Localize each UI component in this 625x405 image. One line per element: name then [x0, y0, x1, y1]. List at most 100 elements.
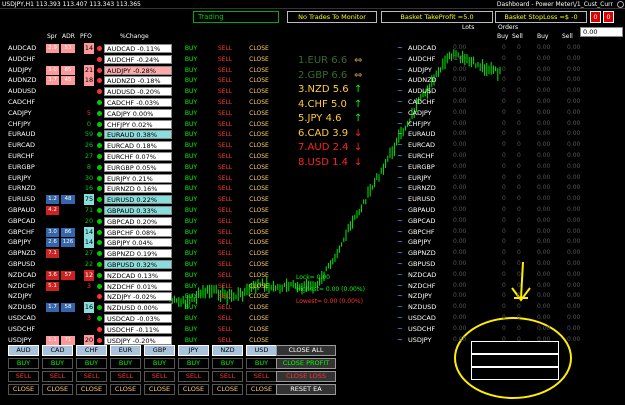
pair-buy-button[interactable]: BUY [176, 109, 206, 118]
currency-close-button[interactable]: CLOSE [76, 384, 107, 395]
pair-buy-button[interactable]: BUY [176, 271, 206, 280]
pair-close-button[interactable]: CLOSE [244, 249, 274, 258]
tilde-icon[interactable]: ~ [397, 205, 407, 216]
pair-close-button[interactable]: CLOSE [244, 260, 274, 269]
tilde-icon[interactable]: ~ [397, 173, 407, 184]
pair-close-button[interactable]: CLOSE [244, 44, 274, 53]
currency-button[interactable]: CAD [42, 345, 73, 356]
change-cell[interactable]: GBPCHF 0.08% [104, 227, 172, 237]
tilde-icon[interactable]: ~ [397, 248, 407, 259]
currency-buy-button[interactable]: BUY [246, 358, 277, 369]
pair-close-button[interactable]: CLOSE [244, 174, 274, 183]
change-cell[interactable]: EURNZD 0.16% [104, 184, 172, 194]
currency-close-button[interactable]: CLOSE [144, 384, 175, 395]
pair-sell-button[interactable]: SELL [210, 184, 240, 193]
change-cell[interactable]: NZDCAD 0.13% [104, 270, 172, 280]
currency-close-button[interactable]: CLOSE [42, 384, 73, 395]
pair-buy-button[interactable]: BUY [176, 44, 206, 53]
tilde-icon[interactable]: ~ [397, 281, 407, 292]
pair-buy-button[interactable]: BUY [176, 87, 206, 96]
pair-buy-button[interactable]: BUY [176, 238, 206, 247]
trading-status-button[interactable]: Trading [193, 11, 279, 23]
tilde-icon[interactable]: ~ [397, 313, 407, 324]
change-cell[interactable]: EURCAD 0.18% [104, 141, 172, 151]
pair-close-button[interactable]: CLOSE [244, 87, 274, 96]
tilde-icon[interactable]: ~ [397, 259, 407, 270]
tilde-icon[interactable]: ~ [397, 43, 407, 54]
pair-buy-button[interactable]: BUY [176, 130, 206, 139]
currency-buy-button[interactable]: BUY [178, 358, 209, 369]
currency-buy-button[interactable]: BUY [144, 358, 175, 369]
currency-buy-button[interactable]: BUY [212, 358, 243, 369]
tilde-icon[interactable]: ~ [397, 119, 407, 130]
change-cell[interactable]: AUDNZD -0.18% [104, 76, 172, 86]
pair-sell-button[interactable]: SELL [210, 66, 240, 75]
stoploss-value-box[interactable]: 0 [603, 11, 614, 23]
tilde-icon[interactable]: ~ [397, 183, 407, 194]
pair-close-button[interactable]: CLOSE [244, 163, 274, 172]
pair-close-button[interactable]: CLOSE [244, 141, 274, 150]
tilde-icon[interactable]: ~ [397, 108, 407, 119]
pair-sell-button[interactable]: SELL [210, 217, 240, 226]
pair-sell-button[interactable]: SELL [210, 325, 240, 334]
pair-sell-button[interactable]: SELL [210, 336, 240, 345]
pair-sell-button[interactable]: SELL [210, 260, 240, 269]
currency-buy-button[interactable]: BUY [110, 358, 141, 369]
tilde-icon[interactable]: ~ [397, 194, 407, 205]
pair-close-button[interactable]: CLOSE [244, 66, 274, 75]
pair-sell-button[interactable]: SELL [210, 152, 240, 161]
pair-buy-button[interactable]: BUY [176, 152, 206, 161]
change-cell[interactable]: GBPNZD 0.19% [104, 249, 172, 259]
tilde-icon[interactable]: ~ [397, 86, 407, 97]
currency-button[interactable]: GBP [144, 345, 175, 356]
pair-buy-button[interactable]: BUY [176, 163, 206, 172]
change-cell[interactable]: GBPJPY 0.04% [104, 238, 172, 248]
pair-sell-button[interactable]: SELL [210, 163, 240, 172]
currency-sell-button[interactable]: SELL [144, 371, 175, 382]
currency-sell-button[interactable]: SELL [212, 371, 243, 382]
tilde-icon[interactable]: ~ [397, 54, 407, 65]
change-cell[interactable]: CADCHF -0.03% [104, 98, 172, 107]
pair-close-button[interactable]: CLOSE [244, 55, 274, 64]
tilde-icon[interactable]: ~ [397, 302, 407, 313]
change-cell[interactable]: USDCAD -0.03% [104, 314, 172, 323]
currency-sell-button[interactable]: SELL [76, 371, 107, 382]
pair-close-button[interactable]: CLOSE [244, 271, 274, 280]
tilde-icon[interactable]: ~ [397, 65, 407, 76]
currency-button[interactable]: JPY [178, 345, 209, 356]
tilde-icon[interactable]: ~ [397, 291, 407, 302]
currency-buy-button[interactable]: BUY [42, 358, 73, 369]
pair-close-button[interactable]: CLOSE [244, 217, 274, 226]
pair-sell-button[interactable]: SELL [210, 130, 240, 139]
pair-sell-button[interactable]: SELL [210, 44, 240, 53]
pair-sell-button[interactable]: SELL [210, 292, 240, 301]
pair-buy-button[interactable]: BUY [176, 174, 206, 183]
pair-close-button[interactable]: CLOSE [244, 109, 274, 118]
pair-buy-button[interactable]: BUY [176, 76, 206, 85]
pair-buy-button[interactable]: BUY [176, 314, 206, 323]
pair-buy-button[interactable]: BUY [176, 325, 206, 334]
pair-close-button[interactable]: CLOSE [244, 303, 274, 312]
tilde-icon[interactable]: ~ [397, 270, 407, 281]
pair-sell-button[interactable]: SELL [210, 87, 240, 96]
tilde-icon[interactable]: ~ [397, 227, 407, 238]
tilde-icon[interactable]: ~ [397, 151, 407, 162]
change-cell[interactable]: CADJPY 0.00% [104, 108, 172, 118]
change-cell[interactable]: EURUSD 0.22% [104, 195, 172, 205]
tilde-icon[interactable]: ~ [397, 162, 407, 173]
pair-buy-button[interactable]: BUY [176, 55, 206, 64]
pair-sell-button[interactable]: SELL [210, 195, 240, 204]
change-cell[interactable]: AUDCHF -0.24% [104, 54, 172, 64]
change-cell[interactable]: NZDCHF 0.01% [104, 281, 172, 291]
pair-buy-button[interactable]: BUY [176, 217, 206, 226]
currency-button[interactable]: EUR [110, 345, 141, 356]
lot-size-input[interactable]: 0.00 [580, 27, 623, 37]
pair-close-button[interactable]: CLOSE [244, 120, 274, 129]
currency-close-button[interactable]: CLOSE [8, 384, 39, 395]
tilde-icon[interactable]: ~ [397, 237, 407, 248]
pair-buy-button[interactable]: BUY [176, 184, 206, 193]
tilde-icon[interactable]: ~ [397, 129, 407, 140]
pair-close-button[interactable]: CLOSE [244, 195, 274, 204]
change-cell[interactable]: EURGBP 0.05% [104, 162, 172, 172]
currency-close-button[interactable]: CLOSE [178, 384, 209, 395]
